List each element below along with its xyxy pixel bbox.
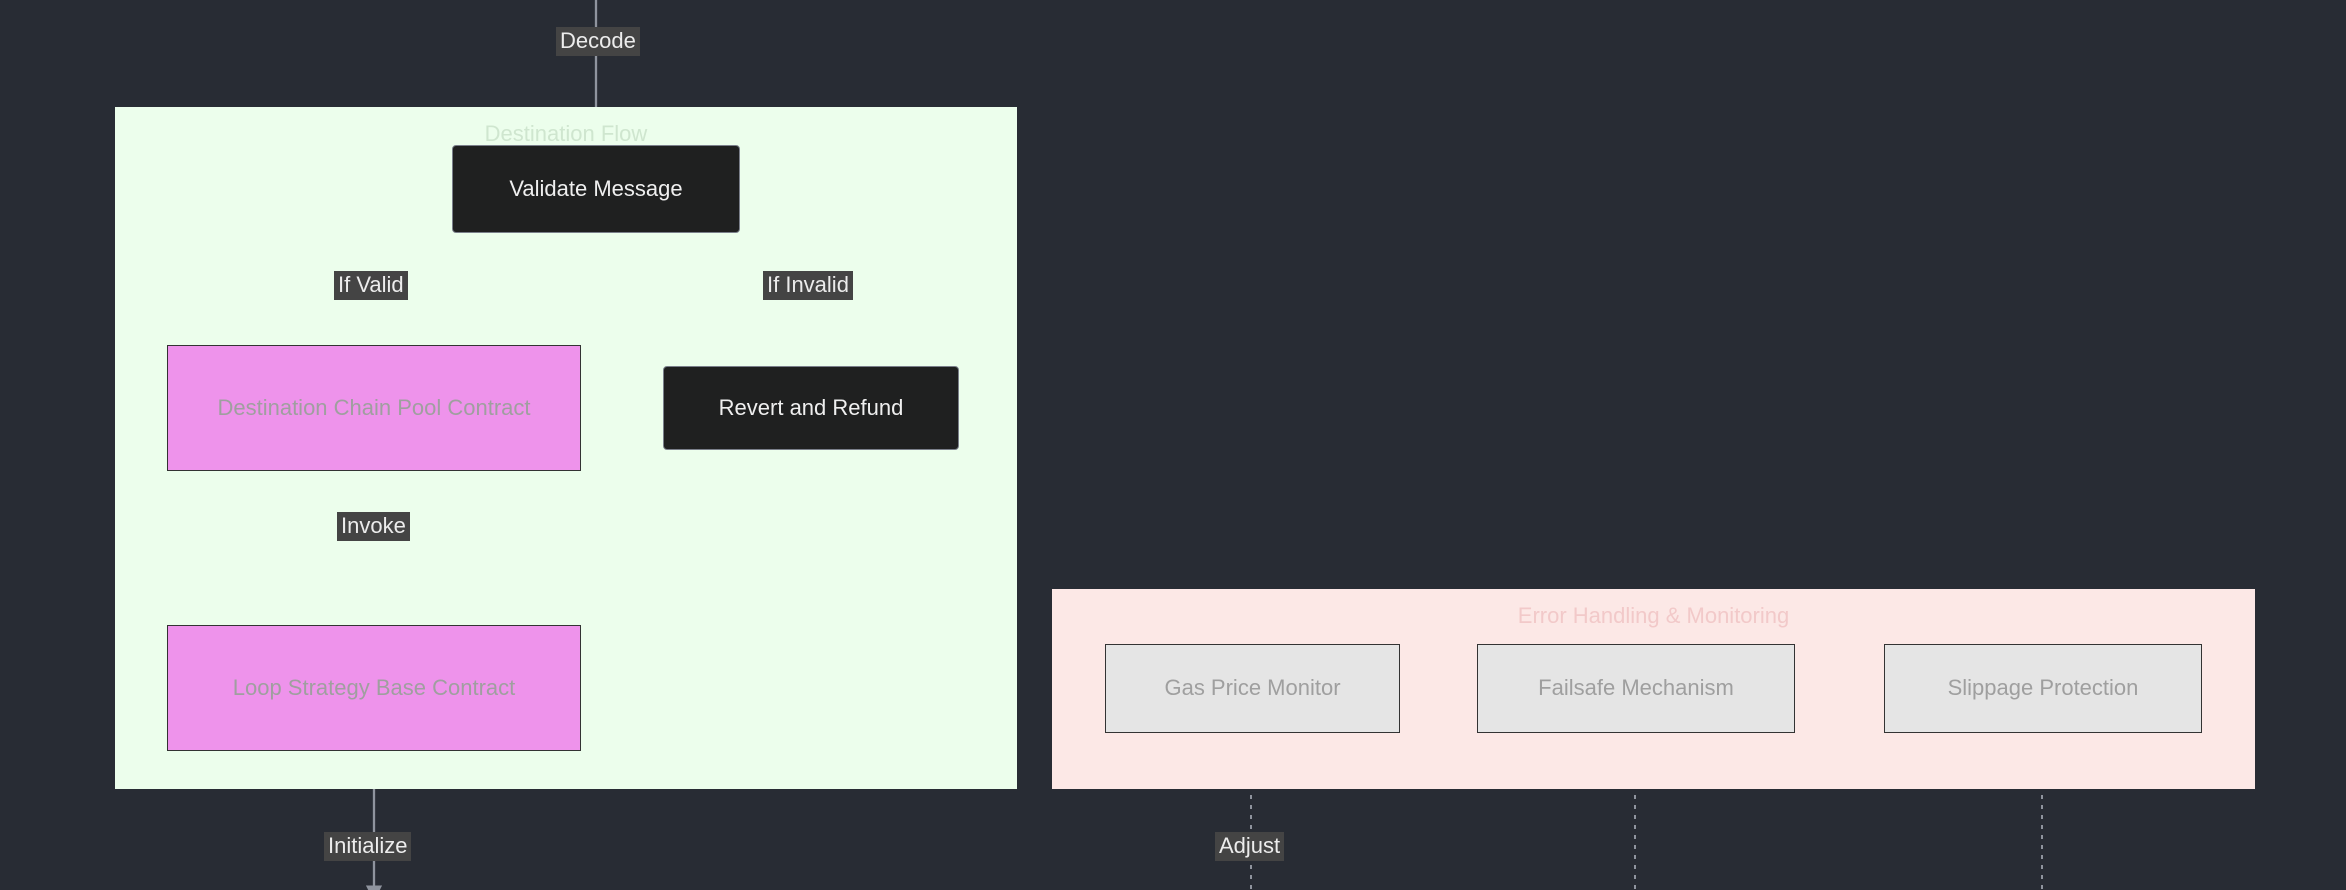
edge-label-if-valid: If Valid	[334, 271, 408, 300]
node-validate-message: Validate Message	[452, 145, 740, 233]
edge-label-invoke: Invoke	[337, 512, 410, 541]
node-failsafe-mechanism: Failsafe Mechanism	[1477, 644, 1795, 733]
node-label: Validate Message	[509, 175, 682, 204]
subgraph-title-destination-flow: Destination Flow	[115, 121, 1017, 147]
node-loop-strategy-base: Loop Strategy Base Contract	[167, 625, 581, 751]
node-label: Gas Price Monitor	[1164, 674, 1340, 703]
edge-label-if-invalid: If Invalid	[763, 271, 853, 300]
node-revert-refund: Revert and Refund	[663, 366, 959, 450]
node-label: Revert and Refund	[719, 394, 904, 423]
node-label: Slippage Protection	[1948, 674, 2139, 703]
edge-label-decode: Decode	[556, 27, 640, 56]
subgraph-title-error-handling: Error Handling & Monitoring	[1052, 603, 2255, 629]
edge-label-adjust: Adjust	[1215, 832, 1284, 861]
node-label: Destination Chain Pool Contract	[217, 394, 530, 423]
node-slippage-protection: Slippage Protection	[1884, 644, 2202, 733]
node-label: Failsafe Mechanism	[1538, 674, 1734, 703]
node-gas-price-monitor: Gas Price Monitor	[1105, 644, 1400, 733]
node-destination-pool: Destination Chain Pool Contract	[167, 345, 581, 471]
node-label: Loop Strategy Base Contract	[233, 674, 516, 703]
edge-label-initialize: Initialize	[324, 832, 411, 861]
